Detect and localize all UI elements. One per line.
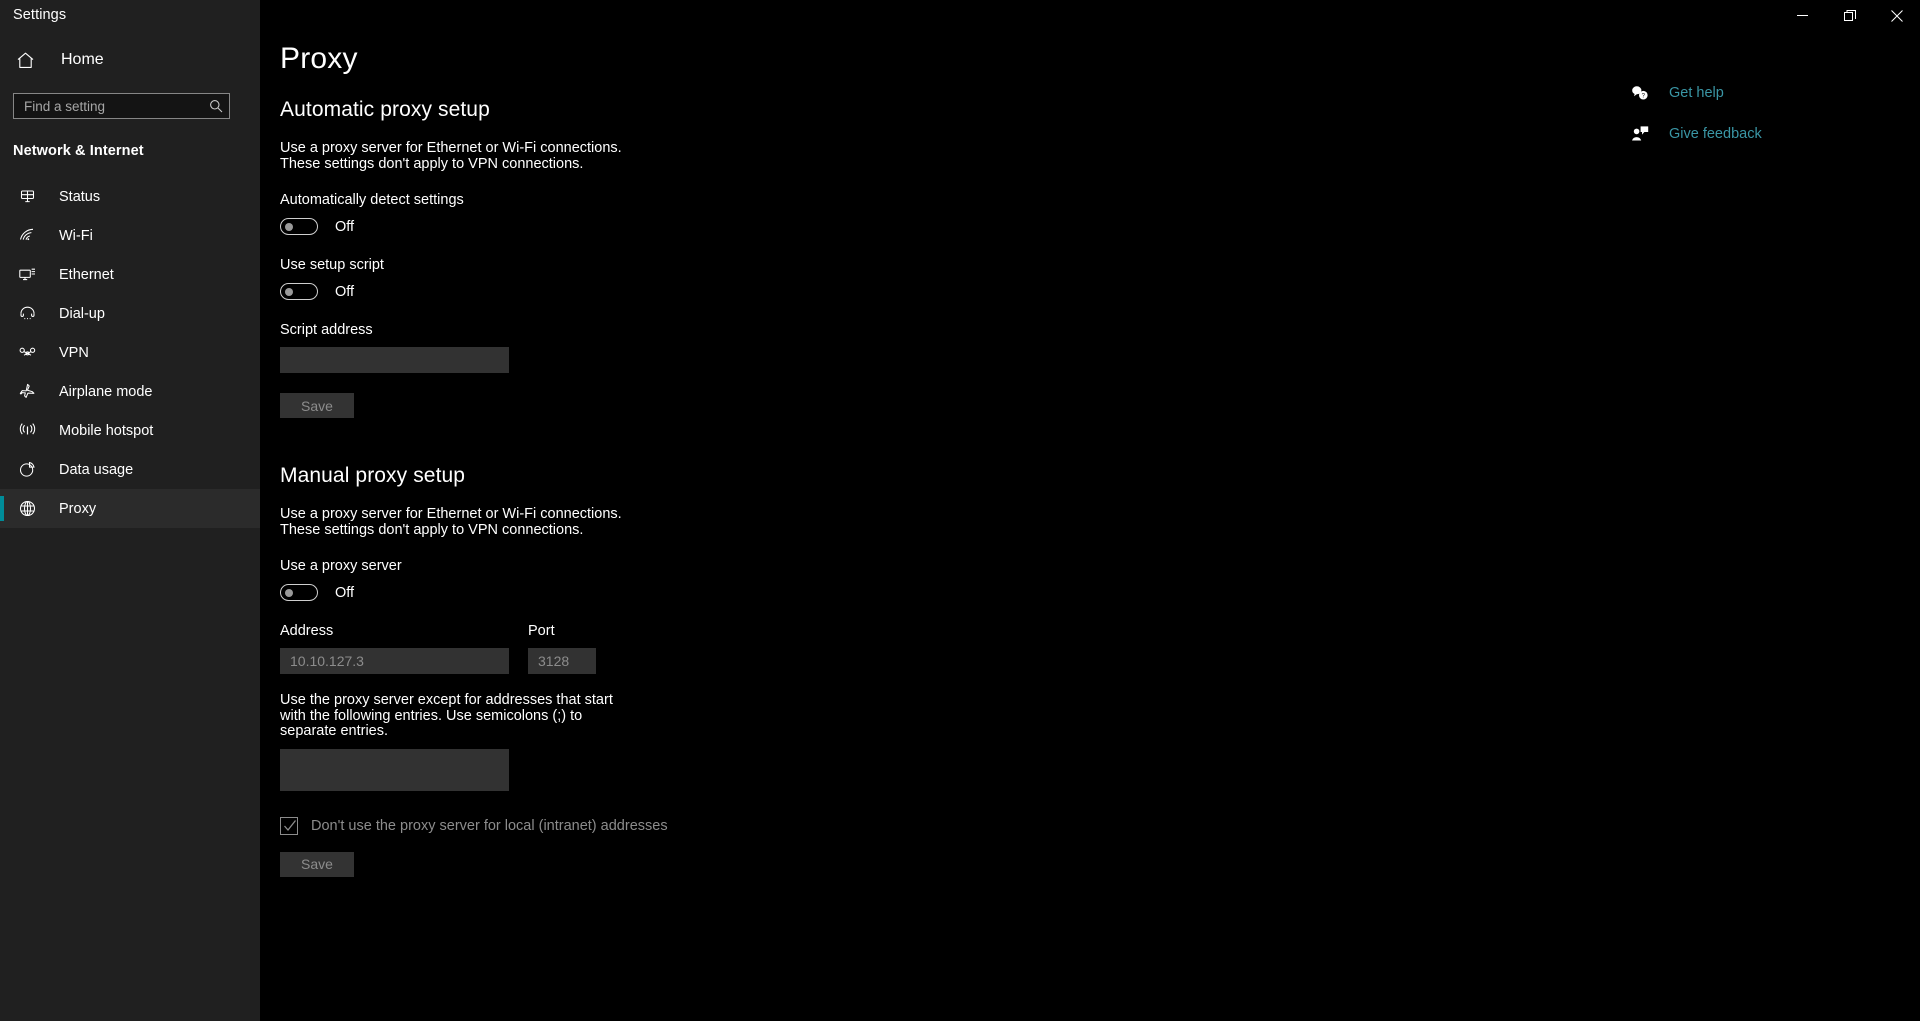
airplane-icon [16, 381, 38, 403]
toggle-knob [285, 222, 293, 231]
address-field-group: Address 10.10.127.3 [280, 601, 509, 674]
vpn-icon [16, 342, 38, 364]
port-input[interactable]: 3128 [528, 648, 596, 674]
setup-script-toggle-row: Off [280, 283, 1920, 300]
help-rail: ? Get help Give feedback [1630, 80, 1860, 162]
address-label: Address [280, 623, 334, 639]
save-button-manual[interactable]: Save [280, 851, 354, 877]
sidebar-item-label: Mobile hotspot [59, 422, 154, 439]
get-help-link[interactable]: ? Get help [1630, 80, 1860, 106]
feedback-icon [1630, 124, 1650, 144]
help-icon: ? [1630, 83, 1650, 103]
main-content: Proxy Automatic proxy setup Use a proxy … [260, 0, 1920, 1021]
get-help-label: Get help [1669, 85, 1724, 101]
sidebar-item-label-home: Home [61, 51, 104, 68]
sidebar-item-label: VPN [59, 344, 89, 361]
sidebar-item-home[interactable]: Home [0, 40, 260, 80]
manual-proxy-heading: Manual proxy setup [280, 464, 466, 487]
sidebar-item-ethernet[interactable]: Ethernet [0, 255, 260, 294]
exceptions-description: Use the proxy server except for addresse… [280, 692, 613, 739]
sidebar-item-label: Data usage [59, 461, 134, 478]
sidebar-item-data-usage[interactable]: Data usage [0, 450, 260, 489]
sidebar-item-label: Ethernet [59, 266, 114, 283]
search-icon[interactable] [209, 99, 223, 113]
toggle-knob [285, 287, 293, 296]
give-feedback-link[interactable]: Give feedback [1630, 121, 1860, 147]
settings-window: Settings Home Find a setting Network & I… [0, 0, 1920, 1021]
sidebar-item-proxy[interactable]: Proxy [0, 489, 260, 528]
port-label: Port [528, 623, 555, 639]
selection-indicator [0, 496, 4, 521]
hotspot-icon [16, 420, 38, 442]
dialup-icon [16, 303, 38, 325]
close-button[interactable] [1873, 0, 1920, 31]
sidebar-nav-list: Status Wi-Fi Ethernet Dial-up VPN Airpla… [0, 177, 260, 528]
data-usage-icon [16, 459, 38, 481]
sidebar-item-label: Airplane mode [59, 383, 153, 400]
auto-detect-toggle[interactable] [280, 218, 318, 235]
title-bar: Settings [0, 0, 1920, 32]
script-address-input[interactable] [280, 347, 509, 373]
sidebar-item-label: Proxy [59, 500, 97, 517]
sidebar-item-wifi[interactable]: Wi-Fi [0, 216, 260, 255]
minimize-button[interactable] [1779, 0, 1826, 31]
auto-detect-state: Off [335, 218, 355, 235]
restore-button[interactable] [1826, 0, 1873, 31]
page-title: Proxy [280, 42, 358, 75]
sidebar: Home Find a setting Network & Internet S… [0, 0, 260, 1021]
sidebar-item-mobile-hotspot[interactable]: Mobile hotspot [0, 411, 260, 450]
wifi-icon [16, 225, 38, 247]
use-proxy-state: Off [335, 584, 355, 601]
auto-detect-toggle-row: Off [280, 218, 1920, 235]
setup-script-toggle[interactable] [280, 283, 318, 300]
auto-detect-label: Automatically detect settings [280, 192, 464, 208]
port-field-group: Port 3128 [528, 601, 596, 674]
use-proxy-toggle-row: Off [280, 584, 1920, 601]
bypass-local-row: Don't use the proxy server for local (in… [280, 816, 1920, 835]
automatic-proxy-description: Use a proxy server for Ethernet or Wi-Fi… [280, 140, 622, 172]
use-proxy-toggle[interactable] [280, 584, 318, 601]
status-icon [16, 186, 38, 208]
window-controls [1779, 0, 1920, 31]
use-proxy-label: Use a proxy server [280, 558, 402, 574]
globe-icon [16, 498, 38, 520]
sidebar-item-vpn[interactable]: VPN [0, 333, 260, 372]
port-value: 3128 [538, 653, 570, 669]
sidebar-item-label: Wi-Fi [59, 227, 93, 244]
setup-script-state: Off [335, 283, 355, 300]
ethernet-icon [16, 264, 38, 286]
bypass-local-checkbox[interactable] [280, 816, 298, 835]
home-icon [16, 51, 40, 70]
toggle-knob [285, 588, 293, 597]
exceptions-input[interactable] [280, 748, 509, 791]
sidebar-item-airplane-mode[interactable]: Airplane mode [0, 372, 260, 411]
search-input[interactable]: Find a setting [13, 93, 230, 119]
address-value: 10.10.127.3 [290, 653, 364, 669]
window-title: Settings [13, 7, 67, 23]
script-address-label: Script address [280, 322, 373, 338]
sidebar-item-label: Dial-up [59, 305, 105, 322]
give-feedback-label: Give feedback [1669, 126, 1762, 142]
sidebar-item-status[interactable]: Status [0, 177, 260, 216]
save-button-automatic[interactable]: Save [280, 393, 354, 418]
setup-script-label: Use setup script [280, 257, 384, 273]
sidebar-item-label: Status [59, 188, 101, 205]
manual-proxy-description: Use a proxy server for Ethernet or Wi-Fi… [280, 506, 622, 538]
sidebar-item-dialup[interactable]: Dial-up [0, 294, 260, 333]
sidebar-group-title: Network & Internet [13, 143, 144, 159]
address-port-row: Address 10.10.127.3 Port 3128 [280, 601, 1920, 674]
bypass-local-label: Don't use the proxy server for local (in… [311, 817, 668, 834]
search-placeholder: Find a setting [24, 98, 106, 114]
address-input[interactable]: 10.10.127.3 [280, 648, 509, 674]
